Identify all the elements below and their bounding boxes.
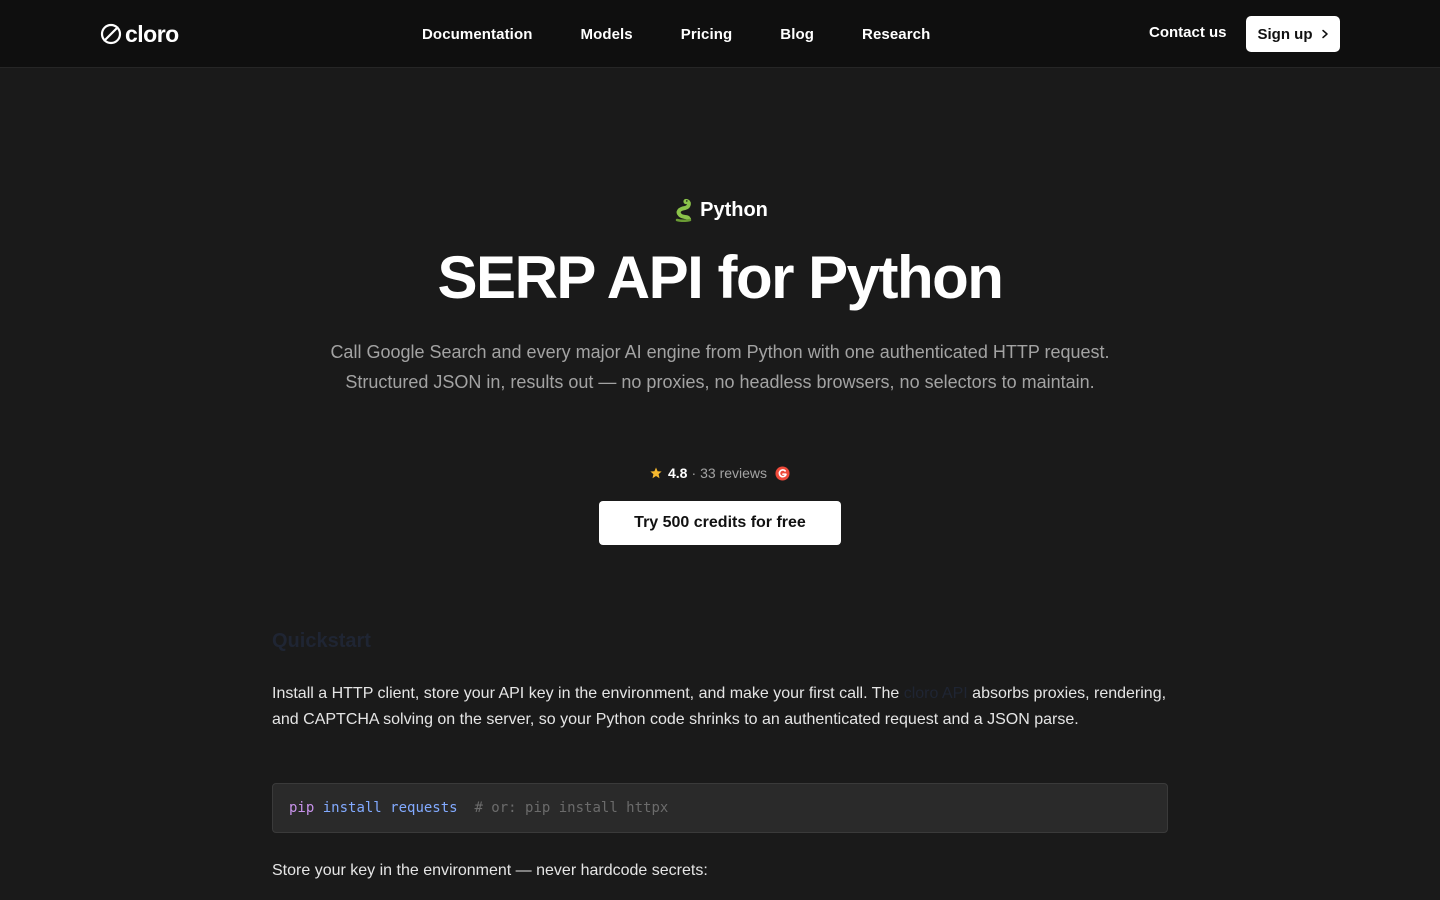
nav-link-models[interactable]: Models bbox=[580, 26, 632, 43]
cloro-logo[interactable]: cloro bbox=[100, 22, 179, 46]
rating-separator: · bbox=[691, 465, 697, 481]
sign-up-label: Sign up bbox=[1257, 25, 1313, 43]
rating-value: 4.8 bbox=[667, 465, 688, 481]
contact-us-link[interactable]: Contact us bbox=[1149, 24, 1227, 41]
main-nav: Documentation Models Pricing Blog Resear… bbox=[422, 0, 930, 68]
page-title: SERP API for Python bbox=[437, 244, 1004, 311]
logo-text: cloro bbox=[125, 21, 179, 47]
chevron-right-icon bbox=[1321, 29, 1328, 39]
install-code-block: pip install requests # or: pip install h… bbox=[272, 783, 1168, 833]
hero-subtitle: Call Google Search and every major AI en… bbox=[330, 342, 1110, 392]
code-comment: # or: pip install httpx bbox=[474, 800, 669, 816]
nav-link-documentation[interactable]: Documentation bbox=[422, 26, 532, 43]
rating-summary: 4.8 · 33 reviews bbox=[0, 465, 1440, 481]
quickstart-heading: Quickstart bbox=[272, 630, 371, 652]
paragraph-text-before: Install a HTTP client, store your API ke… bbox=[272, 685, 904, 702]
code-install-command: install requests bbox=[322, 800, 458, 816]
code-pip: pip bbox=[289, 800, 315, 816]
sign-up-button[interactable]: Sign up bbox=[1246, 16, 1340, 52]
rating-reviews-count: 33 reviews bbox=[700, 465, 768, 481]
hero-eyebrow-label: Python bbox=[700, 198, 768, 221]
nav-link-pricing[interactable]: Pricing bbox=[681, 26, 733, 43]
logo-circle-slash-icon bbox=[100, 23, 122, 45]
hero-eyebrow: Python bbox=[0, 198, 1440, 222]
try-free-credits-button[interactable]: Try 500 credits for free bbox=[599, 501, 841, 545]
star-icon bbox=[650, 467, 662, 479]
nav-link-blog[interactable]: Blog bbox=[780, 26, 814, 43]
g2-logo-icon bbox=[775, 465, 790, 481]
env-key-paragraph: Store your key in the environment — neve… bbox=[272, 862, 708, 879]
nav-link-research[interactable]: Research bbox=[862, 26, 930, 43]
python-snake-icon bbox=[675, 198, 692, 222]
cloro-api-link[interactable]: cloro API bbox=[904, 685, 968, 702]
quickstart-paragraph: Install a HTTP client, store your API ke… bbox=[272, 681, 1168, 733]
top-navbar: cloro Documentation Models Pricing Blog … bbox=[0, 0, 1440, 68]
